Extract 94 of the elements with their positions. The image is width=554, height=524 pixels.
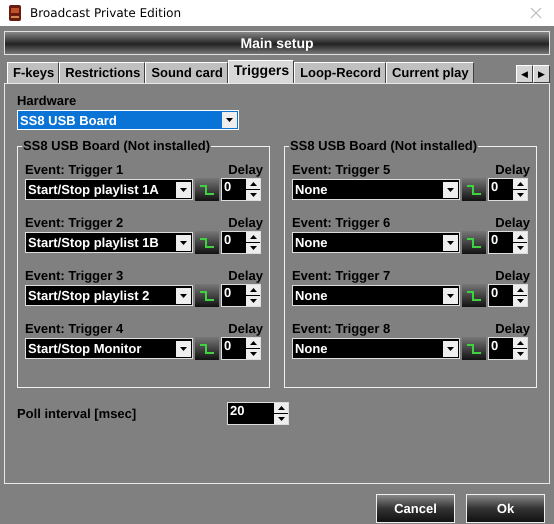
trigger-label: Event: Trigger 8: [292, 321, 390, 336]
spin-down-icon[interactable]: [516, 352, 524, 356]
spin-down-icon[interactable]: [250, 352, 256, 356]
delay-spinbox[interactable]: 0: [488, 231, 528, 254]
edge-button[interactable]: [462, 178, 486, 201]
event-dropdown[interactable]: None: [292, 232, 460, 253]
tab[interactable]: Loop-Record: [294, 62, 386, 83]
trigger-label: Event: Trigger 1: [25, 162, 124, 177]
tab-scroll-button[interactable]: ▶: [533, 65, 550, 83]
trigger-label: Event: Trigger 6: [292, 215, 390, 230]
edge-button[interactable]: [462, 337, 486, 360]
edge-button[interactable]: [462, 284, 486, 307]
step-icon: [466, 344, 482, 354]
trigger-label: Event: Trigger 3: [25, 268, 124, 283]
delay-label: Delay: [495, 268, 530, 283]
delay-spinbox[interactable]: 0: [488, 337, 528, 360]
group-title: SS8 USB Board (Not installed): [22, 138, 212, 153]
edge-button[interactable]: [195, 178, 219, 201]
edge-button[interactable]: [195, 231, 219, 254]
delay-spinbox[interactable]: 0: [221, 178, 261, 201]
delay-spinbox[interactable]: 0: [221, 284, 261, 307]
spin-down-icon[interactable]: [516, 246, 524, 250]
window-title: Broadcast Private Edition: [30, 6, 182, 20]
delay-spinbox[interactable]: 0: [221, 337, 261, 360]
step-icon: [199, 290, 215, 300]
dialog-header: Main setup: [4, 31, 550, 55]
dropdown-arrow-icon: [447, 294, 454, 298]
dropdown-arrow-icon: [180, 240, 187, 244]
spin-up-icon[interactable]: [250, 288, 256, 292]
dropdown-arrow-icon: [180, 294, 187, 298]
poll-interval-spinbox[interactable]: 20: [227, 402, 289, 425]
trigger-label: Event: Trigger 5: [292, 162, 390, 177]
spin-up-icon[interactable]: [516, 288, 524, 292]
trigger-label: Event: Trigger 4: [25, 321, 124, 336]
step-icon: [466, 290, 482, 300]
tab[interactable]: Current play: [386, 62, 474, 83]
tab[interactable]: F-keys: [7, 62, 60, 83]
dialog-button[interactable]: Ok: [466, 494, 545, 523]
dropdown-arrow-icon: [447, 240, 454, 244]
hardware-dropdown[interactable]: SS8 USB Board: [17, 110, 239, 130]
spin-down-icon[interactable]: [278, 417, 284, 421]
tab[interactable]: Restrictions: [59, 62, 146, 83]
delay-label: Delay: [495, 215, 530, 230]
spin-up-icon[interactable]: [250, 182, 256, 186]
step-icon: [466, 238, 482, 248]
spin-up-icon[interactable]: [278, 406, 284, 410]
dropdown-arrow-icon: [180, 188, 187, 192]
delay-label: Delay: [228, 321, 263, 336]
spin-down-icon[interactable]: [250, 193, 256, 197]
step-icon: [199, 344, 215, 354]
delay-label: Delay: [228, 215, 263, 230]
app-icon: [8, 5, 22, 21]
spin-down-icon[interactable]: [516, 193, 524, 197]
step-icon: [466, 184, 482, 194]
event-dropdown[interactable]: Start/Stop playlist 1A: [25, 179, 193, 200]
spin-down-icon[interactable]: [516, 299, 524, 303]
spin-down-icon[interactable]: [250, 299, 256, 303]
delay-spinbox[interactable]: 0: [488, 178, 528, 201]
spin-up-icon[interactable]: [516, 341, 524, 345]
spin-up-icon[interactable]: [516, 235, 524, 239]
delay-label: Delay: [228, 162, 263, 177]
group-title: SS8 USB Board (Not installed): [289, 138, 478, 153]
spin-up-icon[interactable]: [516, 182, 524, 186]
dialog-button[interactable]: Cancel: [376, 494, 455, 523]
spin-down-icon[interactable]: [250, 246, 256, 250]
edge-button[interactable]: [462, 231, 486, 254]
delay-label: Delay: [495, 162, 530, 177]
hardware-label: Hardware: [17, 93, 78, 108]
delay-label: Delay: [495, 321, 530, 336]
delay-spinbox[interactable]: 0: [221, 231, 261, 254]
edge-button[interactable]: [195, 337, 219, 360]
dropdown-arrow-icon: [226, 118, 233, 122]
step-icon: [199, 184, 215, 194]
spin-up-icon[interactable]: [250, 341, 256, 345]
delay-spinbox[interactable]: 0: [488, 284, 528, 307]
tab-scroll-button[interactable]: ◀: [516, 65, 533, 83]
tab[interactable]: Sound card: [145, 62, 228, 83]
delay-label: Delay: [228, 268, 263, 283]
event-dropdown[interactable]: Start/Stop Monitor: [25, 338, 193, 359]
event-dropdown[interactable]: None: [292, 338, 460, 359]
trigger-label: Event: Trigger 7: [292, 268, 390, 283]
edge-button[interactable]: [195, 284, 219, 307]
event-dropdown[interactable]: Start/Stop playlist 1B: [25, 232, 193, 253]
spin-up-icon[interactable]: [250, 235, 256, 239]
step-icon: [199, 238, 215, 248]
tab[interactable]: Triggers: [228, 60, 294, 83]
event-dropdown[interactable]: Start/Stop playlist 2: [25, 285, 193, 306]
dropdown-arrow-icon: [180, 346, 187, 350]
event-dropdown[interactable]: None: [292, 179, 460, 200]
dropdown-arrow-icon: [447, 346, 454, 350]
dropdown-arrow-icon: [447, 188, 454, 192]
trigger-label: Event: Trigger 2: [25, 215, 124, 230]
event-dropdown[interactable]: None: [292, 285, 460, 306]
poll-interval-label: Poll interval [msec]: [17, 406, 138, 421]
